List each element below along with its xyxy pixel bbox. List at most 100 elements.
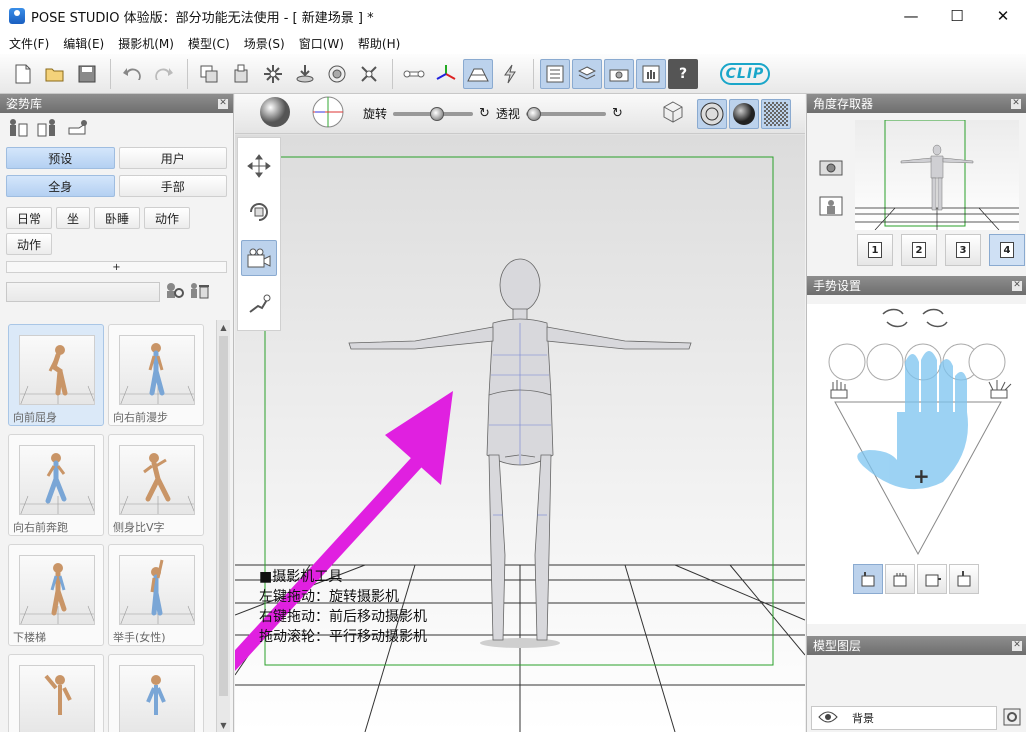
mirror-pose-icon[interactable] [36,117,60,139]
tab-user[interactable]: 用户 [118,147,227,169]
help-icon[interactable]: ? [668,58,698,89]
scroll-thumb[interactable] [219,336,228,696]
pose-card[interactable]: 向右前漫步 [108,324,204,426]
search-input[interactable] [6,281,160,302]
category-lie[interactable]: 卧睡 [94,207,141,229]
menu-model[interactable]: 模型(C) [181,35,237,52]
copy-icon[interactable] [194,59,224,89]
hand-mode-point-icon[interactable] [853,564,883,594]
axis-icon[interactable] [431,59,461,89]
menu-edit[interactable]: 编辑(E) [56,35,111,52]
pose-card[interactable]: 下楼梯 [8,544,104,646]
expand-categories-button[interactable]: + [6,261,227,273]
camera-slot-4[interactable]: 4 [989,234,1025,266]
hand-pose-icon[interactable] [66,117,90,139]
camera-target-icon[interactable] [311,95,345,132]
material-sphere-icon[interactable] [259,96,291,131]
visibility-eye-icon[interactable] [818,711,838,726]
3d-viewport[interactable]: 旋转 ↻ 透视 ↻ ■摄影机工具 左键拖动：旋转摄影机 右键拖动：前后移动摄影机… [235,94,805,732]
menu-camera[interactable]: 摄影机(M) [111,35,181,52]
pan-tool-icon[interactable] [241,286,277,322]
pose-thumbnail [19,555,95,625]
search-person-icon[interactable] [164,281,184,302]
lightning-icon[interactable] [495,59,525,89]
hand-center-mark[interactable]: + [913,464,930,488]
layers-panel-icon[interactable] [572,58,602,89]
rotate-tool-icon[interactable] [241,194,277,230]
delete-user-pose-icon[interactable] [188,281,210,302]
category-action-2[interactable]: 动作 [6,233,53,255]
pose-library-panel-icon[interactable] [540,58,570,89]
pose-grid-scrollbar[interactable]: ▲ ▼ [216,320,230,732]
redo-icon[interactable] [149,59,179,89]
pose-card[interactable] [8,654,104,732]
hand-mode-fist-icon[interactable] [885,564,915,594]
toolbar-separator [392,58,393,89]
camera-slot-2[interactable]: 2 [901,234,937,266]
perspective-slider[interactable] [525,106,606,121]
pose-card[interactable]: 侧身比V字 [108,434,204,536]
hand-mode-thumb-icon[interactable] [949,564,979,594]
open-folder-icon[interactable] [40,59,70,89]
category-daily[interactable]: 日常 [6,207,53,229]
camera-slot-1[interactable]: 1 [857,234,893,266]
reset-pose-icon[interactable] [354,59,384,89]
rotate-slider[interactable] [393,106,474,121]
target-icon[interactable] [322,59,352,89]
reset-rotate-icon[interactable]: ↻ [479,106,490,121]
save-icon[interactable] [72,59,102,89]
move-tool-icon[interactable] [241,148,277,184]
category-action[interactable]: 动作 [144,207,191,229]
close-icon[interactable]: ✕ [1012,640,1022,651]
pose-thumbnail [119,445,195,515]
close-icon[interactable]: ✕ [1011,98,1021,109]
camera-tool-icon[interactable] [241,240,277,276]
menu-window[interactable]: 窗口(W) [292,35,351,52]
bone-icon[interactable] [399,59,429,89]
right-panel: 角度存取器 ✕ 1 2 3 4 手势设置 ✕ + 模型图层 ✕ 背景 [806,94,1026,732]
light-icon[interactable] [258,59,288,89]
pose-card[interactable]: 举手(女性) [108,544,204,646]
camera-panel-icon[interactable] [604,58,634,89]
shaded-line-sphere-icon[interactable] [696,98,727,129]
layer-row-background[interactable]: 背景 [811,706,997,730]
new-file-icon[interactable] [8,59,38,89]
close-icon[interactable]: ✕ [1012,280,1022,291]
menu-help[interactable]: 帮助(H) [351,35,407,52]
menu-scene[interactable]: 场景(S) [237,35,292,52]
menu-file[interactable]: 文件(F) [2,35,56,52]
shaded-sphere-icon[interactable] [728,98,759,129]
perspective-grid-icon[interactable] [463,58,493,89]
viewport-scene[interactable]: ■摄影机工具 左键拖动：旋转摄影机 右键拖动：前后移动摄影机 拖动滚轮：平行移动… [235,135,805,732]
checker-background-icon[interactable] [760,98,791,129]
pose-card[interactable] [108,654,204,732]
tab-hand[interactable]: 手部 [118,175,227,197]
scroll-down-icon[interactable]: ▼ [217,718,230,732]
scroll-up-icon[interactable]: ▲ [217,320,230,334]
pose-card[interactable]: 向前屈身 [8,324,104,426]
portrait-view-icon[interactable] [817,194,845,218]
perspective-slider-knob[interactable] [526,106,541,121]
apply-pose-icon[interactable] [6,117,30,139]
camera-slot-3[interactable]: 3 [945,234,981,266]
maximize-button[interactable]: ☐ [934,0,980,32]
delete-model-icon[interactable] [226,59,256,89]
hand-mode-grip-icon[interactable] [917,564,947,594]
pose-library-panel: 姿势库 ✕ 预设 用户 全身 手部 日常 坐 卧睡 动作 动作 + 向前屈身 向… [0,94,234,732]
rotate-slider-knob[interactable] [430,106,445,121]
undo-icon[interactable] [117,59,147,89]
layer-settings-icon[interactable] [1003,708,1021,729]
close-button[interactable]: ✕ [980,0,1026,32]
close-icon[interactable]: ✕ [218,98,228,109]
wireframe-cube-icon[interactable] [661,100,685,127]
hand-panel-icon[interactable] [636,58,666,89]
ground-icon[interactable] [290,59,320,89]
category-sit[interactable]: 坐 [56,207,91,229]
tab-preset[interactable]: 预设 [6,147,115,169]
tab-full-body[interactable]: 全身 [6,175,115,197]
save-camera-icon[interactable] [817,154,845,178]
reset-perspective-icon[interactable]: ↻ [612,106,623,121]
minimize-button[interactable]: — [888,0,934,32]
annotation-arrow [235,391,453,671]
pose-card[interactable]: 向右前奔跑 [8,434,104,536]
